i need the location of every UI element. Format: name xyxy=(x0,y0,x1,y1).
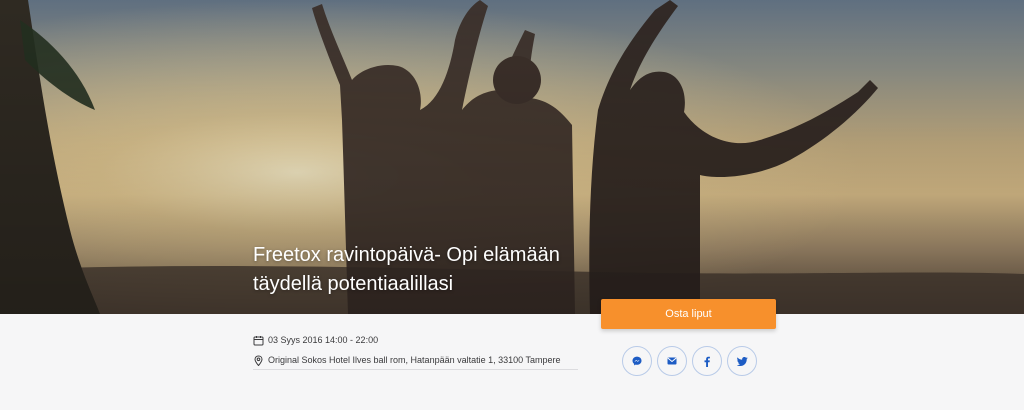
share-twitter-button[interactable] xyxy=(727,346,757,376)
twitter-icon xyxy=(736,356,748,366)
share-buttons xyxy=(622,346,762,376)
event-info: 03 Syys 2016 14:00 - 22:00 Original Soko… xyxy=(253,332,578,370)
facebook-icon xyxy=(704,356,710,367)
buy-tickets-button[interactable]: Osta liput xyxy=(601,299,776,329)
share-messenger-button[interactable] xyxy=(622,346,652,376)
event-location-row: Original Sokos Hotel Ilves ball rom, Hat… xyxy=(253,352,578,368)
share-facebook-button[interactable] xyxy=(692,346,722,376)
event-date: 03 Syys 2016 14:00 - 22:00 xyxy=(268,335,379,345)
calendar-icon xyxy=(253,335,264,346)
share-email-button[interactable] xyxy=(657,346,687,376)
email-icon xyxy=(667,357,677,365)
event-location: Original Sokos Hotel Ilves ball rom, Hat… xyxy=(268,355,561,365)
location-pin-icon xyxy=(253,354,264,366)
event-title: Freetox ravintopäivä- Opi elämään täydel… xyxy=(253,244,560,295)
event-details-section: 03 Syys 2016 14:00 - 22:00 Original Soko… xyxy=(0,314,1024,410)
messenger-icon xyxy=(632,356,642,366)
event-date-row: 03 Syys 2016 14:00 - 22:00 xyxy=(253,332,578,348)
